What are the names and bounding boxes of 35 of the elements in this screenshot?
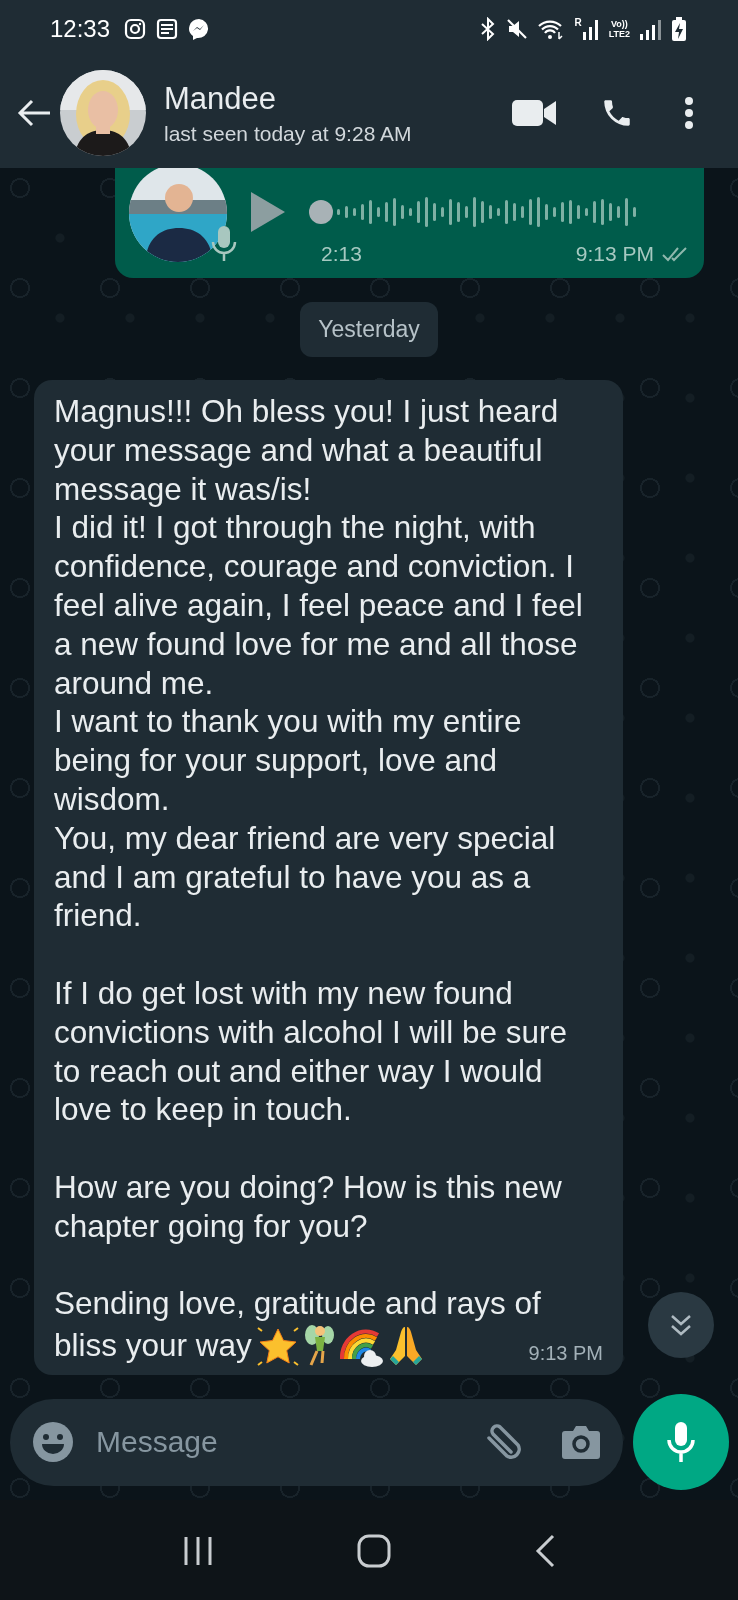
microphone-icon — [211, 224, 237, 262]
message-time: 9:13 PM — [528, 1341, 603, 1366]
back-icon[interactable] — [534, 1534, 557, 1568]
news-app-icon — [156, 18, 179, 40]
bluetooth-icon — [480, 17, 497, 41]
voice-duration: 2:13 — [321, 242, 362, 266]
more-options-icon[interactable] — [684, 96, 694, 130]
message-time: 9:13 PM — [575, 242, 654, 266]
microphone-icon — [666, 1420, 696, 1464]
camera-app-icon — [124, 18, 147, 40]
progress-thumb[interactable] — [309, 200, 333, 224]
battery-charging-icon — [672, 17, 686, 41]
home-icon[interactable] — [357, 1534, 391, 1568]
network-label: LTE2 — [608, 29, 630, 39]
volte-label: Vo)) — [609, 19, 629, 29]
back-icon[interactable] — [16, 98, 52, 128]
message-text: Magnus!!! Oh bless you! I just heard your message and what a beautiful message it was/is! I did it! I got through the night, with confidence, courage and conviction. I feel alive again, I feel peace and I feel a new found love for me and all those around me. I want to thank you with my entire being for your support, love and wisdom. You, my dear friend are very special and I am grateful to have you as a friend. If I do get lost with my new found convictions with alcohol I will be sure to reach out and either way I would love to keep in touch. How are you doing? How is this new chapter going for you? Sending love, gratitude and rays of — [54, 392, 584, 1324]
status-time: 12:33 — [50, 15, 111, 43]
emoji-icon[interactable] — [32, 1421, 74, 1463]
date-label: Yesterday — [300, 302, 438, 357]
fairy-emoji-icon — [303, 1323, 334, 1368]
signal-icon — [582, 18, 599, 40]
signal-icon — [640, 18, 662, 40]
contact-name[interactable]: Mandee — [164, 80, 512, 118]
mute-icon — [506, 18, 529, 40]
star-emoji-icon — [255, 1325, 300, 1368]
message-text: bliss your way — [54, 1326, 252, 1366]
chat-bubble-icon — [188, 18, 211, 40]
last-seen-status: last seen today at 9:28 AM — [164, 122, 413, 146]
roaming-label: R — [574, 18, 582, 28]
message-input[interactable]: Message — [94, 1424, 461, 1460]
wifi-icon — [538, 18, 565, 40]
video-call-icon[interactable] — [512, 99, 556, 127]
play-icon[interactable] — [249, 190, 287, 234]
camera-icon[interactable] — [561, 1424, 601, 1460]
